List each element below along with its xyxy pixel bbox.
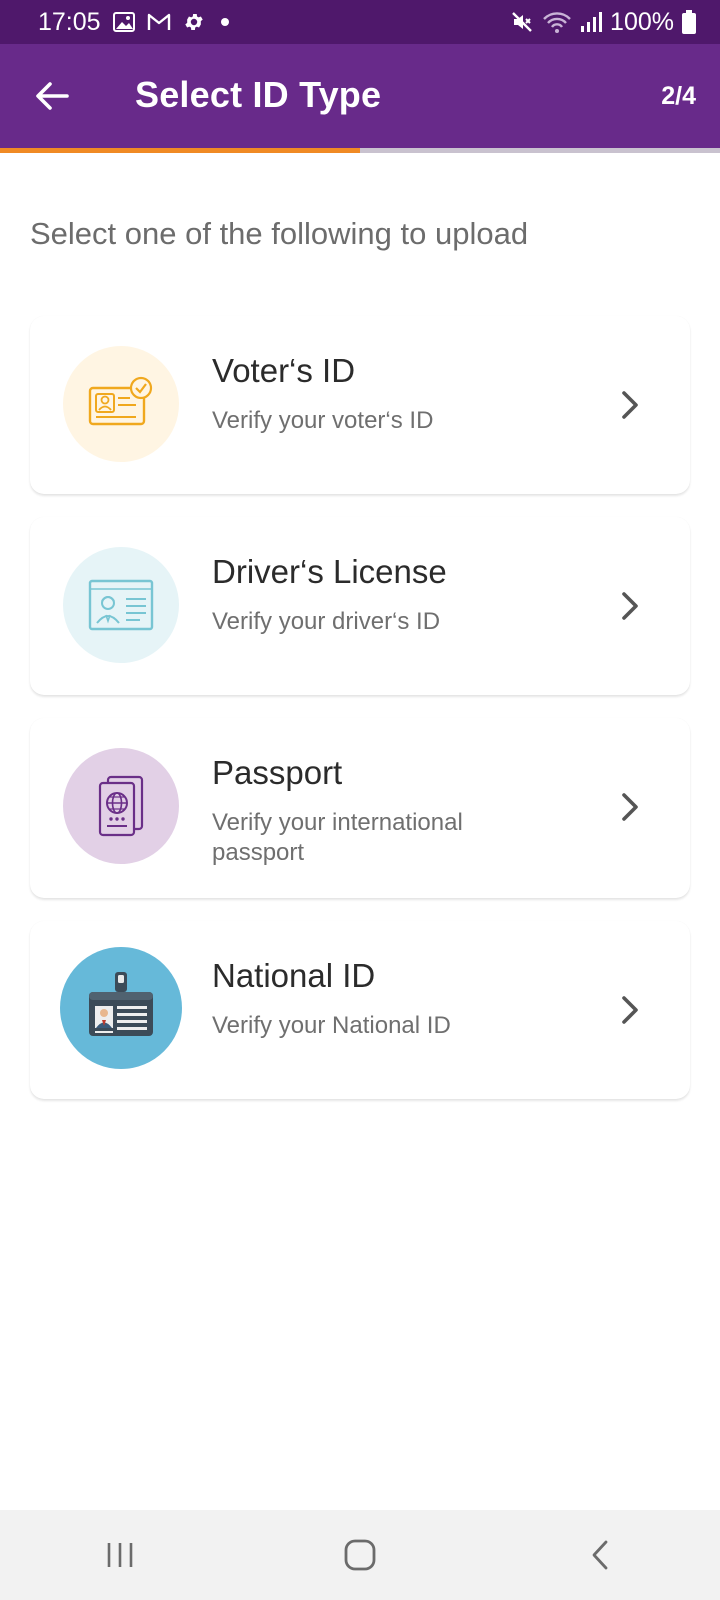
chevron-right-icon bbox=[616, 589, 646, 623]
arrow-left-icon bbox=[36, 82, 69, 110]
icon-circle bbox=[60, 947, 182, 1069]
recent-apps-icon bbox=[107, 1543, 133, 1567]
id-badge-icon bbox=[89, 972, 153, 1036]
app-bar: Select ID Type 2/4 bbox=[0, 44, 720, 148]
option-title: Driver‘s License bbox=[212, 553, 447, 590]
system-nav-bar bbox=[0, 1510, 720, 1600]
option-voters-id[interactable]: Voter‘s ID Verify your voter‘s ID bbox=[30, 316, 690, 494]
option-title: National ID bbox=[212, 957, 376, 994]
chevron-right-icon bbox=[616, 993, 646, 1027]
battery-icon bbox=[682, 10, 696, 34]
home-icon bbox=[344, 1539, 376, 1571]
option-subtitle: Verify your driver‘s ID bbox=[212, 608, 441, 635]
license-card-icon bbox=[88, 579, 154, 631]
mute-icon bbox=[510, 10, 534, 34]
dot-icon bbox=[217, 14, 233, 30]
back-icon bbox=[592, 1540, 608, 1570]
status-bar: 17:05 100% bbox=[0, 0, 720, 44]
signal-icon bbox=[580, 11, 603, 33]
icon-circle bbox=[63, 346, 179, 462]
icon-circle bbox=[63, 547, 179, 663]
back-button[interactable] bbox=[26, 72, 78, 120]
option-title: Voter‘s ID bbox=[212, 352, 356, 389]
status-right: 100% bbox=[510, 8, 696, 37]
option-national-id[interactable]: National ID Verify your National ID bbox=[30, 921, 690, 1099]
battery-percentage: 100% bbox=[610, 7, 674, 36]
recent-apps-button[interactable] bbox=[80, 1520, 160, 1590]
status-left: 17:05 bbox=[38, 8, 233, 37]
status-time: 17:05 bbox=[38, 7, 101, 36]
progress-track bbox=[0, 148, 720, 153]
step-indicator: 2/4 bbox=[661, 82, 696, 110]
option-title: Passport bbox=[212, 754, 343, 791]
page-title: Select ID Type bbox=[135, 74, 382, 115]
home-button[interactable] bbox=[320, 1520, 400, 1590]
option-drivers-license[interactable]: Driver‘s License Verify your driver‘s ID bbox=[30, 517, 690, 695]
wifi-icon bbox=[542, 10, 572, 34]
chevron-right-icon bbox=[616, 790, 646, 824]
voter-card-icon bbox=[88, 376, 153, 426]
option-passport[interactable]: Passport Verify your international passp… bbox=[30, 718, 690, 898]
settings-icon bbox=[183, 11, 205, 33]
chevron-right-icon bbox=[616, 388, 646, 422]
option-subtitle: Verify your international passport bbox=[212, 809, 463, 866]
option-subtitle: Verify your voter‘s ID bbox=[212, 407, 434, 434]
id-type-list: Voter‘s ID Verify your voter‘s ID Driver… bbox=[30, 316, 690, 1122]
instruction-text: Select one of the following to upload bbox=[30, 216, 529, 251]
image-icon bbox=[112, 12, 135, 32]
progress-fill bbox=[0, 148, 360, 153]
icon-circle bbox=[63, 748, 179, 864]
passport-icon bbox=[98, 775, 144, 837]
option-subtitle: Verify your National ID bbox=[212, 1012, 451, 1039]
gmail-icon bbox=[147, 13, 171, 31]
system-back-button[interactable] bbox=[560, 1520, 640, 1590]
